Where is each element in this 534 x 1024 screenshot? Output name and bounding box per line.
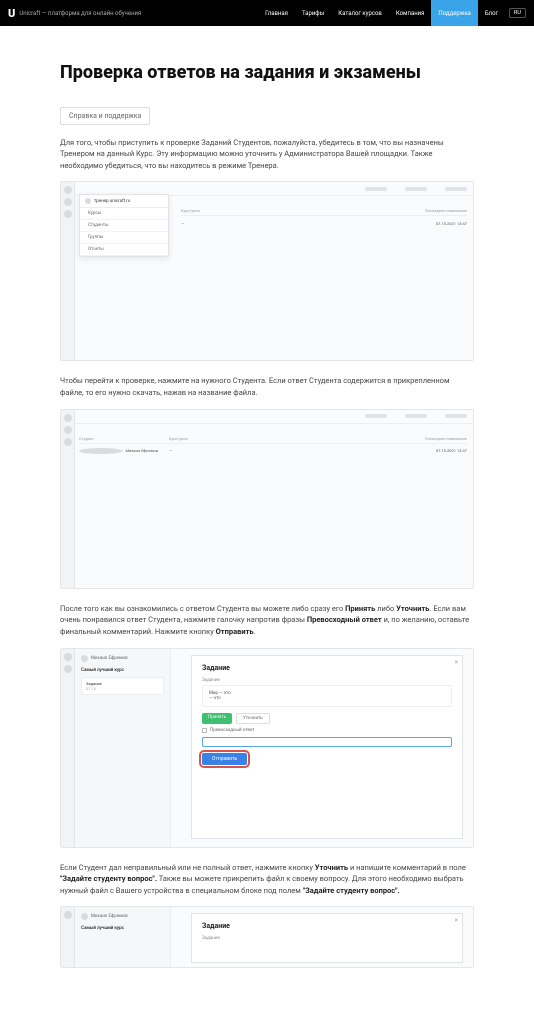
clarify-button: Уточнить bbox=[236, 713, 270, 724]
send-button-highlighted: Отправить bbox=[202, 753, 247, 765]
screenshot-3: Михаил Ефремов Самый лучший курс Задание… bbox=[60, 648, 474, 848]
close-icon: × bbox=[455, 917, 458, 924]
top-nav: U Unicraft — платформа для онлайн обучен… bbox=[0, 0, 534, 26]
accept-button: Принять bbox=[202, 713, 232, 724]
paragraph-1: Для того, чтобы приступить к проверке За… bbox=[60, 137, 474, 172]
nav-item-pricing[interactable]: Тарифы bbox=[295, 0, 331, 26]
nav-item-catalog[interactable]: Каталог курсов bbox=[331, 0, 389, 26]
nav-item-home[interactable]: Главная bbox=[258, 0, 295, 26]
lang-switch[interactable]: RU bbox=[509, 8, 526, 18]
ss1-dropdown: тренер.unicraft.ru Курсы Студенты Группы… bbox=[79, 194, 169, 257]
screenshot-1: тренер.unicraft.ru Курсы Студенты Группы… bbox=[60, 181, 474, 361]
nav-item-company[interactable]: Компания bbox=[389, 0, 432, 26]
category-tag[interactable]: Справка и поддержка bbox=[60, 107, 150, 125]
logo[interactable]: U bbox=[8, 7, 15, 20]
paragraph-2: Чтобы перейти к проверке, нажмите на нуж… bbox=[60, 375, 474, 398]
article-content: Проверка ответов на задания и экзамены С… bbox=[0, 26, 534, 1002]
close-icon: × bbox=[455, 659, 458, 666]
nav-menu: Главная Тарифы Каталог курсов Компания П… bbox=[258, 0, 526, 26]
paragraph-4: Если Студент дал неправильный или не пол… bbox=[60, 862, 474, 897]
paragraph-3: После того как вы ознакомились с ответом… bbox=[60, 603, 474, 638]
nav-item-blog[interactable]: Блог bbox=[478, 0, 505, 26]
nav-item-support[interactable]: Поддержка bbox=[431, 0, 477, 26]
screenshot-4: Михаил Ефремов Самый лучший курс × Задан… bbox=[60, 906, 474, 968]
tagline: Unicraft — платформа для онлайн обучения bbox=[19, 10, 141, 17]
screenshot-2: Студент Курс/урок Последнее изменение Ми… bbox=[60, 409, 474, 589]
page-title: Проверка ответов на задания и экзамены bbox=[60, 62, 474, 85]
